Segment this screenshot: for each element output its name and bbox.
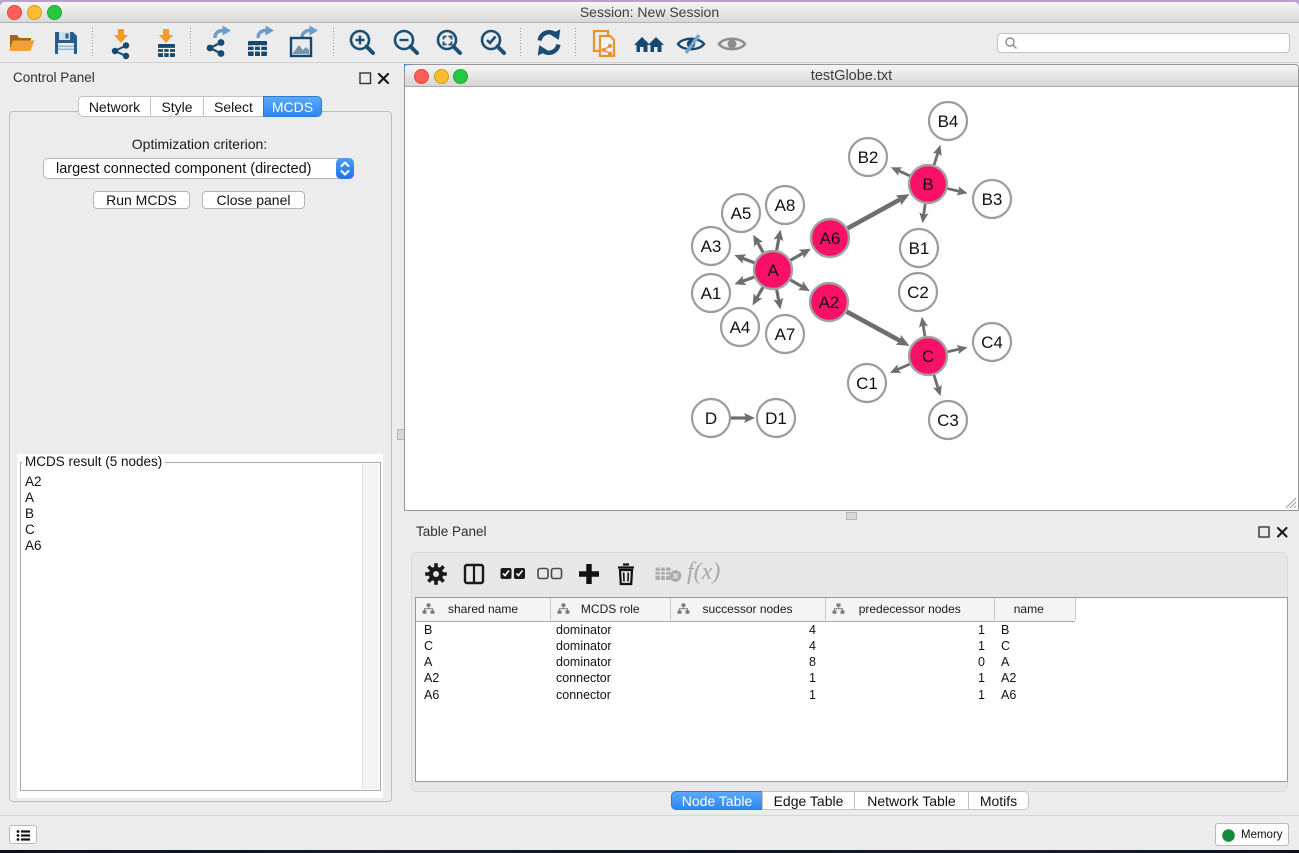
svg-text:B: B — [922, 175, 933, 194]
svg-text:C2: C2 — [907, 283, 929, 302]
svg-text:A6: A6 — [820, 229, 841, 248]
svg-text:A8: A8 — [775, 196, 796, 215]
svg-text:A4: A4 — [730, 318, 751, 337]
svg-text:C1: C1 — [856, 374, 878, 393]
svg-text:A: A — [767, 261, 779, 280]
svg-text:A5: A5 — [731, 204, 752, 223]
svg-text:A2: A2 — [819, 293, 840, 312]
svg-text:B2: B2 — [858, 148, 879, 167]
svg-text:A1: A1 — [701, 284, 722, 303]
svg-text:A3: A3 — [701, 237, 722, 256]
svg-text:D1: D1 — [765, 409, 787, 428]
svg-text:B1: B1 — [909, 239, 930, 258]
svg-text:D: D — [705, 409, 717, 428]
svg-text:C3: C3 — [937, 411, 959, 430]
svg-text:A7: A7 — [775, 325, 796, 344]
svg-text:C: C — [922, 347, 934, 366]
svg-text:B4: B4 — [938, 112, 959, 131]
svg-text:B3: B3 — [982, 190, 1003, 209]
svg-text:C4: C4 — [981, 333, 1003, 352]
